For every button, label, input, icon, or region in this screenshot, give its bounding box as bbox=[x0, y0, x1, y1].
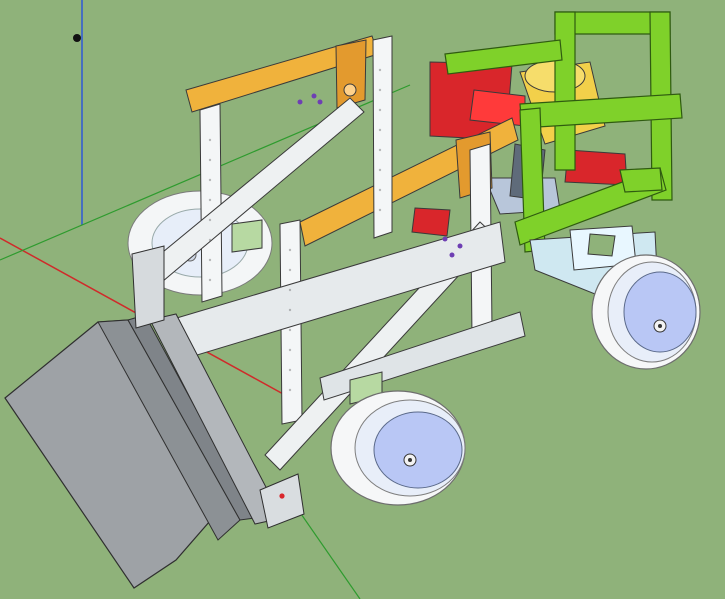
3d-viewport[interactable] bbox=[0, 0, 725, 599]
rear-right-wheel[interactable] bbox=[591, 254, 701, 370]
bucket-bracket bbox=[259, 473, 305, 529]
left-bracket bbox=[131, 245, 165, 329]
front-right-wheel[interactable] bbox=[330, 390, 466, 506]
draw-marker bbox=[73, 34, 81, 42]
pencil-icon-glyph bbox=[0, 0, 44, 44]
scene-canvas[interactable] bbox=[0, 0, 725, 599]
pencil-icon[interactable] bbox=[0, 0, 44, 44]
bucket[interactable] bbox=[4, 313, 305, 589]
